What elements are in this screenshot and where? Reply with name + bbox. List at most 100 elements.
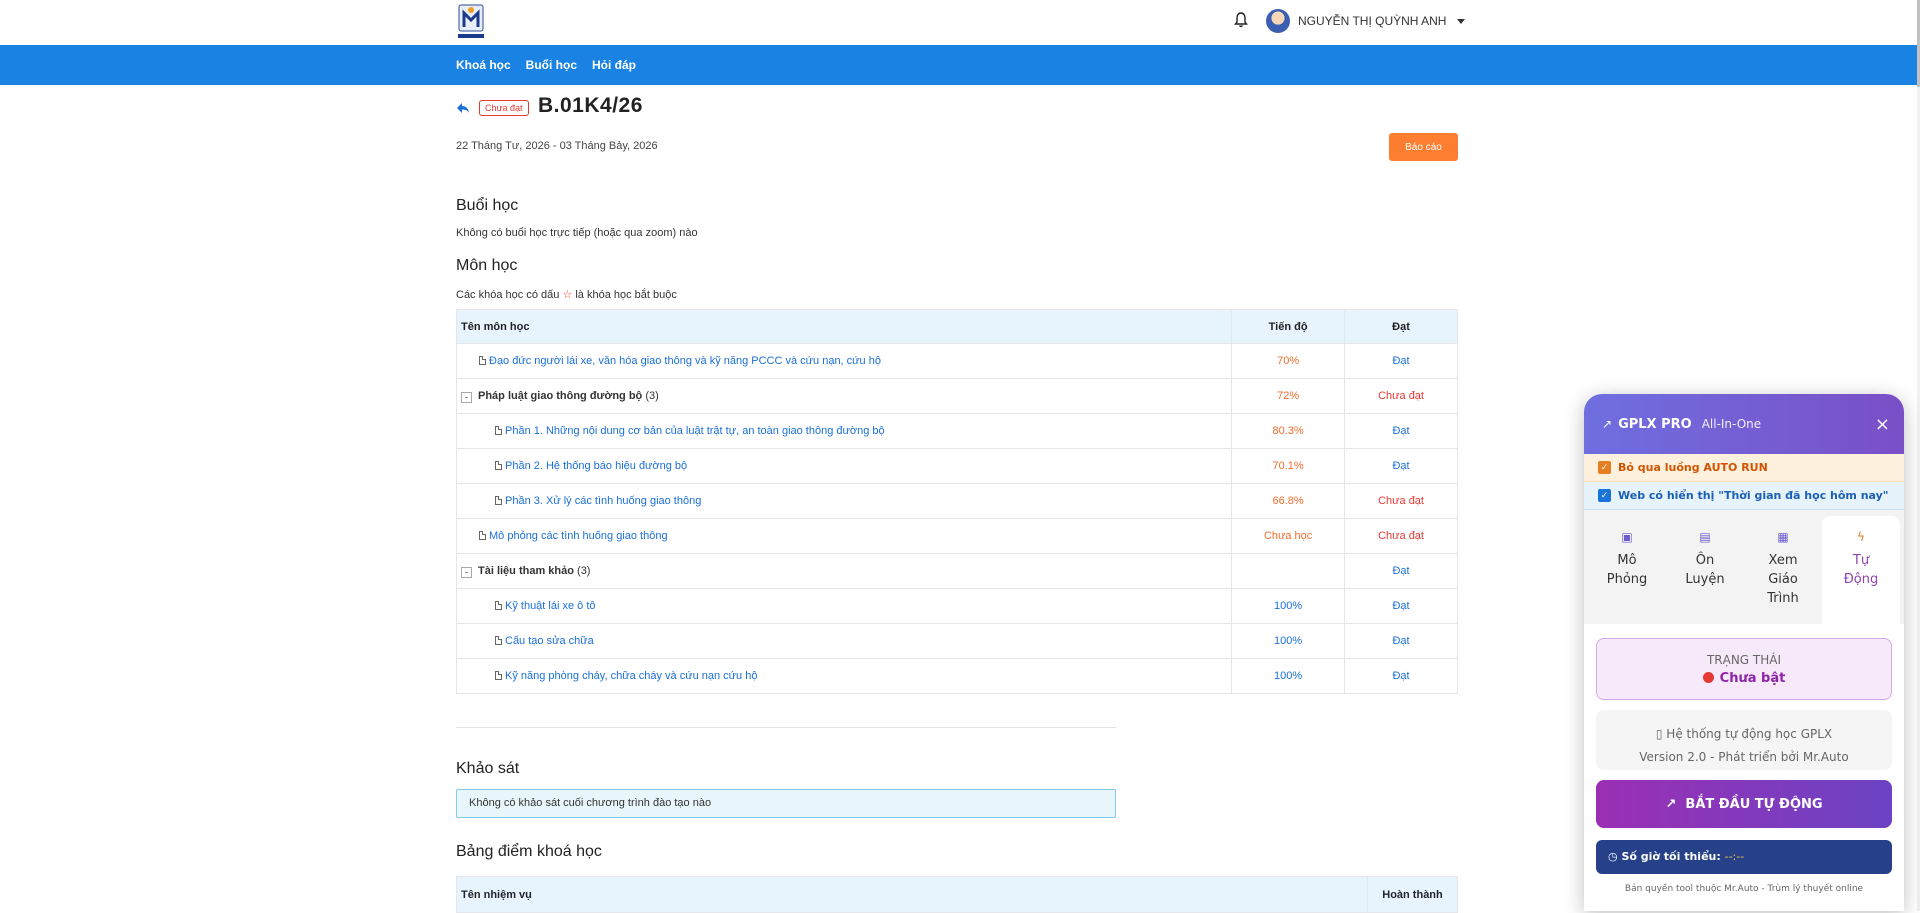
option-skip-autorun[interactable]: ✓ Bỏ qua luồng AUTO RUN	[1584, 454, 1904, 482]
panel-title: GPLX PRO	[1618, 416, 1692, 432]
nav-courses[interactable]: Khoá học	[456, 58, 511, 72]
caret-down-icon	[1457, 18, 1466, 24]
table-row: Đạo đức người lái xe, văn hóa giao thông…	[455, 343, 1458, 379]
progress-value	[1231, 553, 1346, 589]
notepad-icon: ▤	[1699, 530, 1711, 544]
passed-value: Đạt	[1344, 623, 1458, 659]
clipboard-icon: ▯	[1655, 727, 1663, 741]
lightning-icon: ϟ	[1857, 530, 1865, 544]
passed-value: Đạt	[1344, 588, 1458, 624]
table-row: Cấu tạo sửa chữa 100% Đạt	[455, 623, 1458, 659]
option-show-study-time[interactable]: ✓ Web có hiển thị "Thời gian đã học hôm …	[1584, 482, 1904, 510]
scores-heading: Bảng điểm khoá học	[456, 843, 602, 860]
rocket-icon: ↗	[1602, 417, 1613, 431]
info-box: ▯ Hệ thống tự động học GPLX Version 2.0 …	[1596, 710, 1892, 770]
nav-sessions[interactable]: Buổi học	[526, 58, 577, 72]
nav-qa[interactable]: Hỏi đáp	[592, 58, 636, 72]
subjects-heading: Môn học	[456, 257, 518, 274]
close-icon[interactable]: ×	[1875, 414, 1890, 435]
gplx-pro-panel: ↗ GPLX PRO All-In-One × ✓ Bỏ qua luồng A…	[1584, 394, 1904, 911]
user-name: NGUYỄN THỊ QUỲNH ANH	[1298, 14, 1447, 28]
main-navbar: Khoá học Buổi học Hỏi đáp	[0, 45, 1917, 85]
progress-value: 100%	[1231, 623, 1346, 659]
status-value: Chưa bật	[1597, 671, 1891, 686]
progress-value: 70.1%	[1231, 448, 1346, 484]
subject-link[interactable]: Kỹ thuật lái xe ô tô	[505, 600, 596, 612]
document-icon	[495, 671, 502, 680]
survey-heading: Khảo sát	[456, 760, 520, 777]
document-icon	[479, 356, 486, 365]
subjects-note: Các khóa học có dấu ☆ là khóa học bắt bu…	[456, 289, 677, 301]
option-label: Web có hiển thị "Thời gian đã học hôm na…	[1618, 489, 1889, 502]
progress-value: 72%	[1231, 378, 1346, 414]
notification-bell-icon[interactable]	[1234, 12, 1248, 28]
subject-group: Pháp luật giao thông đường bộ (3)	[478, 389, 659, 402]
col-completed: Hoàn thành	[1367, 876, 1458, 913]
simulation-icon: ▣	[1621, 530, 1633, 544]
sessions-heading: Buổi học	[456, 197, 519, 214]
passed-value: Đạt	[1344, 658, 1458, 694]
table-row: Phần 2. Hệ thống báo hiệu đường bộ 70.1%…	[455, 448, 1458, 484]
survey-alert: Không có khảo sát cuối chương trình đào …	[456, 789, 1116, 818]
progress-value: 80.3%	[1231, 413, 1346, 449]
subject-link[interactable]: Đạo đức người lái xe, văn hóa giao thông…	[489, 355, 881, 367]
subject-group: Tài liệu tham khảo (3)	[478, 564, 591, 577]
copyright-text: Bản quyền tool thuộc Mr.Auto - Trùm lý t…	[1624, 884, 1864, 894]
star-icon: ☆	[562, 289, 573, 301]
panel-header: ↗ GPLX PRO All-In-One ×	[1584, 394, 1904, 454]
passed-value: Đạt	[1344, 553, 1458, 589]
col-subject-name: Tên môn học	[455, 309, 1233, 344]
document-icon	[495, 461, 502, 470]
table-header-row: Tên môn học Tiến độ Đạt	[455, 309, 1458, 344]
panel-tabs: ▣ Mô Phỏng ▤ Ôn Luyện ▦ Xem Giáo Trình ϟ…	[1584, 510, 1904, 624]
course-dates: 22 Tháng Tư, 2026 - 03 Tháng Bảy, 2026	[456, 140, 658, 152]
subject-link[interactable]: Phần 3. Xử lý các tình huống giao thông	[505, 495, 701, 507]
progress-value: 100%	[1231, 658, 1346, 694]
status-badge: Chưa đạt	[479, 100, 529, 116]
tab-textbook[interactable]: ▦ Xem Giáo Trình	[1744, 516, 1822, 624]
option-label: Bỏ qua luồng AUTO RUN	[1618, 461, 1768, 474]
subject-link[interactable]: Phần 2. Hệ thống báo hiệu đường bộ	[505, 460, 687, 472]
collapse-toggle-icon[interactable]: -	[461, 391, 472, 403]
table-row: Phần 3. Xử lý các tình huống giao thông …	[455, 483, 1458, 519]
panel-subtitle: All-In-One	[1701, 417, 1762, 431]
table-row: - Tài liệu tham khảo (3) Đạt	[455, 553, 1458, 589]
subject-link[interactable]: Cấu tạo sửa chữa	[505, 635, 594, 647]
document-icon	[495, 601, 502, 610]
document-icon	[495, 636, 502, 645]
version-line: Version 2.0 - Phát triển bởi Mr.Auto	[1639, 750, 1849, 764]
table-row: - Pháp luật giao thông đường bộ (3) 72% C…	[455, 378, 1458, 414]
back-arrow-icon[interactable]	[456, 101, 470, 115]
red-dot-icon	[1702, 672, 1714, 683]
start-auto-button[interactable]: ↗ BẮT ĐẦU TỰ ĐỘNG	[1596, 780, 1892, 828]
checkbox-checked-icon[interactable]: ✓	[1598, 461, 1611, 474]
passed-value: Đạt	[1344, 343, 1458, 379]
checkbox-checked-icon[interactable]: ✓	[1598, 489, 1611, 502]
status-box: TRẠNG THÁI Chưa bật	[1596, 638, 1892, 700]
status-label: TRẠNG THÁI	[1706, 653, 1782, 667]
progress-value: 66.8%	[1231, 483, 1346, 519]
progress-value: 70%	[1231, 343, 1346, 379]
subject-link[interactable]: Mô phỏng các tình huống giao thông	[489, 530, 668, 542]
collapse-toggle-icon[interactable]: -	[461, 566, 472, 578]
top-header: NGUYỄN THỊ QUỲNH ANH	[0, 0, 1920, 45]
subjects-table: Tên môn học Tiến độ Đạt Đạo đức người lá…	[455, 309, 1458, 694]
passed-value: Chưa đạt	[1344, 378, 1458, 414]
subject-link[interactable]: Kỹ năng phòng cháy, chữa cháy và cứu nạn…	[505, 670, 757, 682]
table-header-row: Tên nhiệm vụ Hoàn thành	[456, 876, 1458, 913]
info-line: ▯ Hệ thống tự động học GPLX	[1655, 727, 1833, 741]
tab-simulation[interactable]: ▣ Mô Phỏng	[1588, 516, 1666, 624]
col-passed: Đạt	[1344, 309, 1458, 344]
passed-value: Đạt	[1344, 448, 1458, 484]
user-menu[interactable]: NGUYỄN THỊ QUỲNH ANH	[1266, 9, 1466, 33]
site-logo[interactable]	[456, 3, 486, 41]
subject-link[interactable]: Phần 1. Những nội dung cơ bản của luật t…	[505, 425, 885, 437]
passed-value: Chưa đạt	[1344, 483, 1458, 519]
report-button[interactable]: Báo cáo	[1389, 133, 1458, 161]
page-title: B.01K4/26	[538, 94, 643, 117]
document-icon	[495, 496, 502, 505]
tab-practice[interactable]: ▤ Ôn Luyện	[1666, 516, 1744, 624]
col-progress: Tiến độ	[1231, 309, 1346, 344]
min-hours-bar: ◷ Số giờ tối thiểu: --:--	[1596, 840, 1892, 874]
tab-auto[interactable]: ϟ Tự Động	[1822, 516, 1900, 624]
